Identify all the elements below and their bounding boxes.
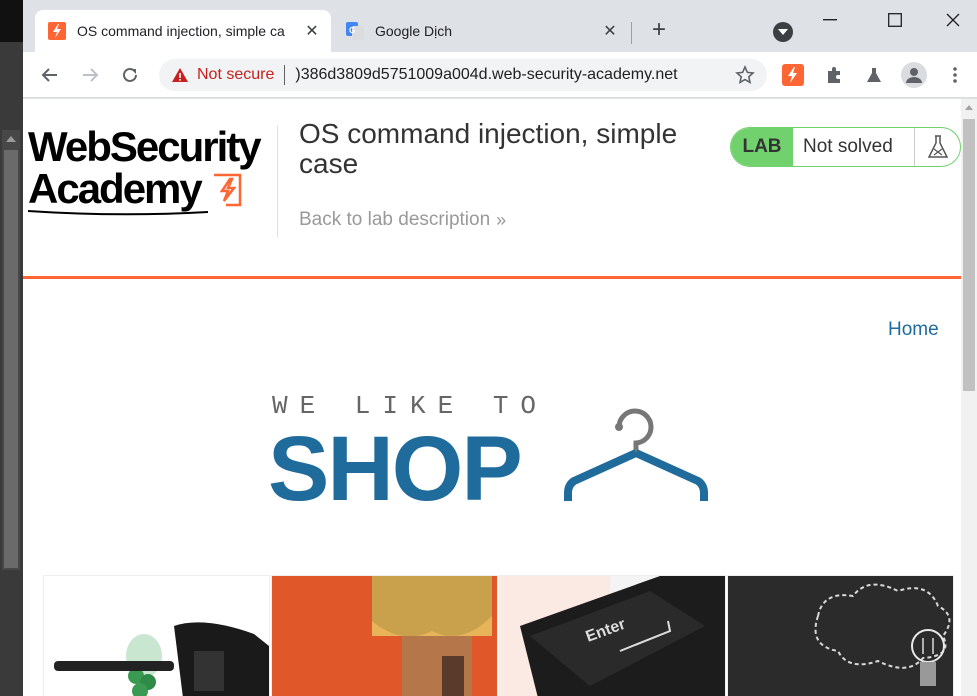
background-scroll-up-icon[interactable] bbox=[6, 136, 16, 142]
google-translate-icon: G bbox=[345, 21, 365, 41]
clothes-hanger-icon bbox=[564, 408, 708, 501]
page-scrollbar[interactable] bbox=[961, 99, 977, 696]
close-tab-icon[interactable]: ✕ bbox=[601, 22, 619, 40]
lab-badge: LAB bbox=[731, 128, 793, 166]
browser-toolbar: Not secure )386d3809d5751009a004d.web-se… bbox=[23, 52, 977, 98]
toy-figure-image bbox=[272, 576, 497, 696]
back-link-label: Back to lab description bbox=[299, 209, 491, 230]
banner-tagline: WE LIKE TO bbox=[272, 391, 549, 421]
lab-status-text: Not solved bbox=[803, 136, 893, 157]
nav-home-link[interactable]: Home bbox=[888, 319, 939, 341]
scroll-thumb[interactable] bbox=[963, 119, 975, 391]
address-bar[interactable]: Not secure )386d3809d5751009a004d.web-se… bbox=[159, 59, 767, 91]
close-tab-icon[interactable]: ✕ bbox=[303, 22, 321, 40]
shop-banner: WE LIKE TO SHOP bbox=[268, 391, 712, 519]
product-card[interactable]: Enter bbox=[499, 575, 726, 696]
tab-title: OS command injection, simple ca bbox=[77, 23, 285, 39]
extensions-puzzle-icon[interactable] bbox=[820, 61, 848, 89]
minimize-icon[interactable] bbox=[810, 8, 850, 32]
warning-triangle-icon[interactable] bbox=[171, 66, 189, 84]
logo-underline-icon bbox=[28, 210, 208, 216]
burp-extension-icon[interactable] bbox=[779, 61, 807, 89]
forward-arrow-icon[interactable] bbox=[76, 61, 104, 89]
logo-line-1: WebSecurity bbox=[28, 123, 262, 170]
lab-status-widget: LAB Not solved bbox=[730, 127, 961, 167]
tab-title: Google Dịch bbox=[375, 23, 453, 39]
product-card[interactable] bbox=[727, 575, 954, 696]
header-divider bbox=[277, 125, 278, 237]
logo-lightning-icon bbox=[214, 173, 242, 207]
flask-icon[interactable] bbox=[914, 128, 960, 166]
svg-text:G: G bbox=[349, 26, 355, 35]
banner-title: SHOP bbox=[268, 418, 523, 520]
product-grid: Enter bbox=[43, 575, 961, 696]
product-card[interactable] bbox=[43, 575, 270, 696]
background-app-header bbox=[0, 0, 23, 42]
reload-icon[interactable] bbox=[116, 61, 144, 89]
lab-title: OS command injection, simple case bbox=[299, 118, 678, 179]
back-arrow-icon[interactable] bbox=[36, 61, 64, 89]
back-to-lab-description-link[interactable]: Back to lab description » bbox=[299, 209, 506, 231]
enter-key-image: Enter bbox=[500, 576, 725, 696]
new-tab-button[interactable]: + bbox=[647, 16, 671, 43]
portswigger-lightning-icon bbox=[47, 21, 67, 41]
tab-os-command-injection[interactable]: OS command injection, simple ca ✕ bbox=[35, 10, 331, 52]
background-scroll-thumb[interactable] bbox=[4, 150, 18, 568]
omnibox-divider bbox=[284, 65, 286, 85]
tab-search-chevron-down-icon[interactable] bbox=[773, 22, 793, 42]
logo-line-2: Academy bbox=[28, 165, 203, 212]
tab-google-dich[interactable]: G Google Dịch ✕ bbox=[333, 10, 629, 52]
double-chevron-right-icon: » bbox=[496, 209, 507, 230]
labs-flask-icon[interactable] bbox=[860, 61, 888, 89]
close-window-icon[interactable] bbox=[933, 8, 973, 32]
page-viewport: WebSecurity Academy OS command injection… bbox=[23, 99, 961, 696]
lightbulb-chalkboard-image bbox=[728, 576, 953, 696]
not-secure-label[interactable]: Not secure bbox=[197, 66, 274, 84]
tab-separator bbox=[631, 22, 632, 44]
browser-window: OS command injection, simple ca ✕ G Goog… bbox=[23, 0, 977, 696]
bookmark-star-icon[interactable] bbox=[735, 65, 755, 85]
web-security-academy-logo[interactable]: WebSecurity Academy bbox=[28, 123, 278, 216]
scroll-up-icon[interactable] bbox=[965, 105, 973, 110]
url-text[interactable]: )386d3809d5751009a004d.web-security-acad… bbox=[295, 66, 727, 84]
background-app-strip bbox=[0, 0, 23, 696]
tab-strip: OS command injection, simple ca ✕ G Goog… bbox=[23, 0, 977, 52]
paintball-gun-image bbox=[44, 576, 269, 696]
profile-avatar-icon[interactable] bbox=[900, 61, 928, 89]
product-card[interactable] bbox=[271, 575, 498, 696]
academy-lab-header: WebSecurity Academy OS command injection… bbox=[23, 99, 961, 279]
maximize-icon[interactable] bbox=[875, 8, 915, 32]
menu-dots-icon[interactable] bbox=[941, 61, 969, 89]
